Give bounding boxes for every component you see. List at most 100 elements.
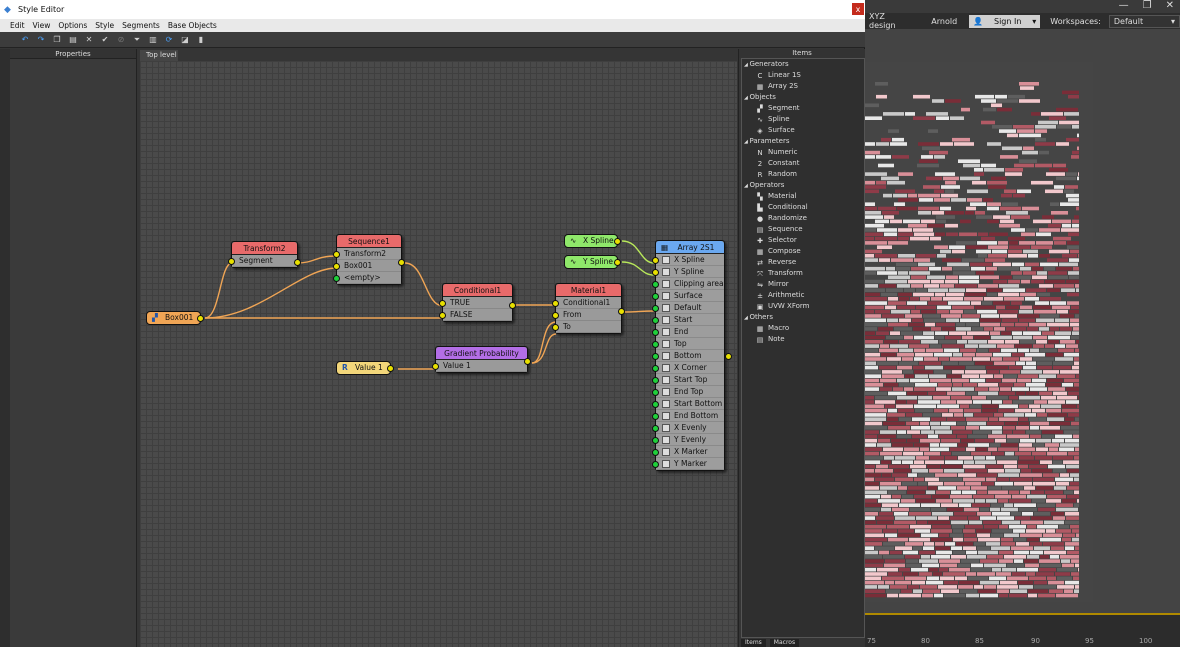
input-port-false[interactable]: FALSE <box>439 309 512 321</box>
tree-item[interactable]: ⤧ Transform <box>742 268 864 279</box>
node-canvas[interactable]: ▞ Box001 Transform2 Segment Sequence1 Tr… <box>140 61 737 647</box>
menu-options[interactable]: Options <box>58 21 87 30</box>
tab-items[interactable]: Items <box>741 639 766 647</box>
tree-item[interactable]: ▚ Material <box>742 191 864 202</box>
array-input-port[interactable]: Y Spline <box>652 266 724 278</box>
undo-icon[interactable]: ↶ <box>20 35 30 45</box>
menu-segments[interactable]: Segments <box>122 21 160 30</box>
input-dot[interactable] <box>652 365 659 372</box>
output-port[interactable] <box>614 259 621 266</box>
tree-item[interactable]: ⇄ Reverse <box>742 257 864 268</box>
output-port[interactable] <box>618 308 625 315</box>
input-port-from[interactable]: From <box>552 309 621 321</box>
export-icon[interactable]: ◪ <box>180 35 190 45</box>
array-input-port[interactable]: Top <box>652 338 724 350</box>
tree-item[interactable]: ▞ Segment <box>742 103 864 114</box>
tree-category[interactable]: ◢ Objects <box>742 92 864 103</box>
tree-item[interactable]: N Numeric <box>742 147 864 158</box>
array-input-port[interactable]: End <box>652 326 724 338</box>
output-port[interactable] <box>294 259 301 266</box>
input-dot[interactable] <box>333 275 340 282</box>
redo-icon[interactable]: ↷ <box>36 35 46 45</box>
input-dot[interactable] <box>652 341 659 348</box>
output-port[interactable] <box>398 259 405 266</box>
disable-icon[interactable]: ⊘ <box>116 35 126 45</box>
timeline-ruler[interactable]: 75 80 85 90 95 100 <box>865 613 1180 647</box>
input-dot[interactable] <box>652 377 659 384</box>
tree-category[interactable]: ◢ Others <box>742 312 864 323</box>
input-dot[interactable] <box>552 312 559 319</box>
tree-category[interactable]: ◢ Generators <box>742 59 864 70</box>
input-port-value1[interactable]: Value 1 <box>432 360 527 372</box>
sign-in-button[interactable]: 👤 Sign In ▾ <box>969 14 1041 28</box>
output-port[interactable] <box>524 358 531 365</box>
tab-macros[interactable]: Macros <box>769 639 800 647</box>
tree-item[interactable]: ● Randomize <box>742 213 864 224</box>
input-dot[interactable] <box>228 258 235 265</box>
output-port[interactable] <box>509 302 516 309</box>
array-input-port[interactable]: Surface <box>652 290 724 302</box>
restore-icon[interactable]: ❐ <box>1143 0 1152 11</box>
input-dot[interactable] <box>652 353 659 360</box>
array-input-port[interactable]: Clipping area <box>652 278 724 290</box>
input-port-segment[interactable]: Segment <box>228 255 297 267</box>
array-input-port[interactable]: End Bottom <box>652 410 724 422</box>
input-dot[interactable] <box>552 300 559 307</box>
output-port[interactable] <box>614 238 621 245</box>
copy-icon[interactable]: ❐ <box>52 35 62 45</box>
tree-item[interactable]: ✚ Selector <box>742 235 864 246</box>
close-icon[interactable]: ✕ <box>1166 0 1174 11</box>
tree-category[interactable]: ◢ Parameters <box>742 136 864 147</box>
tree-category[interactable]: ◢ Operators <box>742 180 864 191</box>
tree-item[interactable]: R Random <box>742 169 864 180</box>
trash-icon[interactable]: ▥ <box>148 35 158 45</box>
renderer-menu[interactable]: Arnold <box>927 15 961 28</box>
input-dot[interactable] <box>333 263 340 270</box>
layout-icon[interactable]: ▮ <box>196 35 206 45</box>
node-yspline[interactable]: ∿ Y Spline <box>564 255 621 269</box>
menu-edit[interactable]: Edit <box>10 21 25 30</box>
input-dot[interactable] <box>432 363 439 370</box>
menu-style[interactable]: Style <box>95 21 114 30</box>
input-dot[interactable] <box>439 312 446 319</box>
node-array-2s1[interactable]: ▦ Array 2S1 X Spline Y Spline Clipping are… <box>652 240 732 471</box>
paste-icon[interactable]: ▤ <box>68 35 78 45</box>
node-conditional1[interactable]: Conditional1 TRUE FALSE <box>439 283 516 322</box>
delete-icon[interactable]: ✕ <box>84 35 94 45</box>
input-dot[interactable] <box>552 324 559 331</box>
tree-item[interactable]: ± Arithmetic <box>742 290 864 301</box>
input-dot[interactable] <box>652 257 659 264</box>
input-port-box001[interactable]: Box001 <box>333 260 401 272</box>
tab-top-level[interactable]: Top level <box>140 50 178 61</box>
input-dot[interactable] <box>652 293 659 300</box>
input-dot[interactable] <box>652 437 659 444</box>
input-dot[interactable] <box>652 389 659 396</box>
input-dot[interactable] <box>439 300 446 307</box>
array-input-port[interactable]: X Evenly <box>652 422 724 434</box>
input-dot[interactable] <box>652 425 659 432</box>
node-value1[interactable]: R Value 1 <box>336 361 394 375</box>
array-input-port[interactable]: Y Marker <box>652 458 724 470</box>
tree-item[interactable]: ▤ Sequence <box>742 224 864 235</box>
menu-view[interactable]: View <box>33 21 51 30</box>
input-port-to[interactable]: To <box>552 321 621 333</box>
refresh-icon[interactable]: ⟳ <box>164 35 174 45</box>
array-input-port[interactable]: Y Evenly <box>652 434 724 446</box>
minimize-icon[interactable]: — <box>1119 0 1129 11</box>
node-sequence1[interactable]: Sequence1 Transform2 Box001 <empty> <box>333 234 405 285</box>
node-xspline[interactable]: ∿ X Spline <box>564 234 621 248</box>
input-dot[interactable] <box>652 269 659 276</box>
viewport[interactable] <box>865 62 1093 602</box>
close-button[interactable]: x <box>852 3 864 15</box>
filter-icon[interactable]: ⏷ <box>132 35 142 45</box>
array-input-port[interactable]: X Corner <box>652 362 724 374</box>
tree-item[interactable]: 2 Constant <box>742 158 864 169</box>
workspace-name[interactable]: XYZ design <box>865 12 917 30</box>
tree-item[interactable]: ▤ Note <box>742 334 864 345</box>
node-gradient-probability[interactable]: Gradient Probability Value 1 <box>432 346 531 373</box>
input-dot[interactable] <box>652 413 659 420</box>
tree-item[interactable]: ▦ Array 2S <box>742 81 864 92</box>
tree-item[interactable]: ▦ Compose <box>742 246 864 257</box>
node-transform2[interactable]: Transform2 Segment <box>228 241 301 268</box>
tree-item[interactable]: C Linear 1S <box>742 70 864 81</box>
